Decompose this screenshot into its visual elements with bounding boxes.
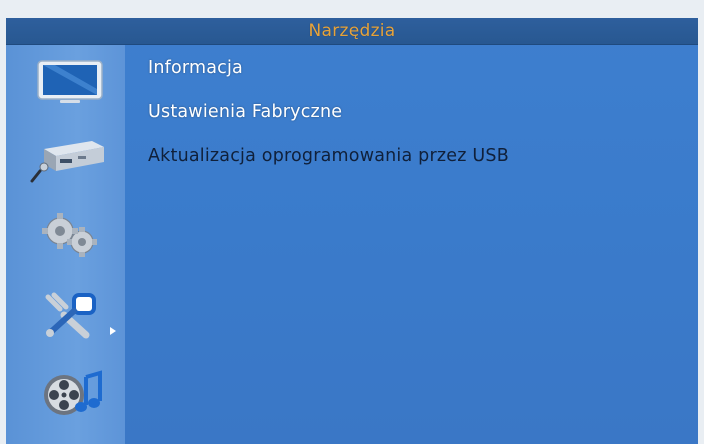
tv-menu-screen: Narzędzia Informacja Ustawienia Fabryczn… (6, 18, 698, 444)
menu-item-ustawienia-fabryczne[interactable]: Ustawienia Fabryczne (148, 102, 342, 122)
menu-item-informacja[interactable]: Informacja (148, 58, 243, 78)
menu-header: Narzędzia (6, 18, 698, 45)
monitor-icon[interactable] (30, 55, 110, 107)
selected-category-arrow-icon (110, 327, 116, 335)
page-title: Narzędzia (308, 21, 396, 41)
tools-icon[interactable] (30, 287, 110, 339)
gears-icon[interactable] (30, 209, 110, 261)
menu-item-aktualizacja-usb[interactable]: Aktualizacja oprogramowania przez USB (148, 146, 509, 166)
sidebar (6, 45, 125, 444)
receiver-icon[interactable] (30, 131, 110, 183)
media-icon[interactable] (30, 367, 110, 419)
